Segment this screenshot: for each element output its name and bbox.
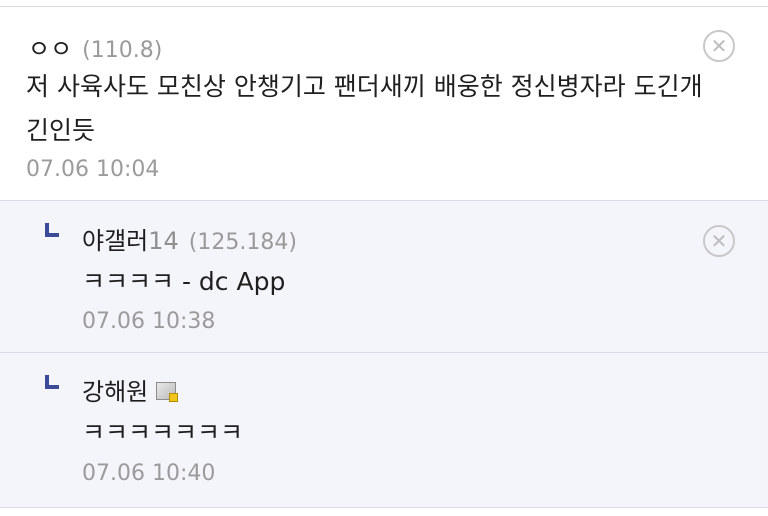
close-circle-icon[interactable]: ✕ bbox=[703, 225, 735, 257]
reply-header: 강해원 bbox=[82, 372, 179, 407]
comment-item: ㅇㅇ (110.8) ✕ 저 사육사도 모친상 안챙기고 팬더새끼 배웅한 정신… bbox=[0, 7, 768, 200]
comment-nickname[interactable]: ㅇㅇ bbox=[28, 29, 72, 64]
reply-ip: (125.184) bbox=[188, 230, 297, 255]
comment-date: 07.06 10:04 bbox=[26, 157, 160, 182]
reply-arrow-icon bbox=[45, 375, 59, 389]
reply-date: 07.06 10:38 bbox=[82, 309, 216, 334]
reply-nickname[interactable]: 강해원 bbox=[82, 372, 148, 407]
reply-arrow-icon bbox=[45, 223, 59, 237]
comment-text-line: 저 사육사도 모친상 안챙기고 팬더새끼 배웅한 정신병자라 도긴개 bbox=[26, 72, 703, 101]
reply-text: ㅋㅋㅋㅋㅋㅋㅋ bbox=[82, 418, 244, 447]
reply-date: 07.06 10:40 bbox=[82, 461, 216, 486]
reply-text: ㅋㅋㅋㅋ - dc App bbox=[82, 267, 286, 296]
comment-text: 저 사육사도 모친상 안챙기고 팬더새끼 배웅한 정신병자라 도긴개 긴인듯 bbox=[26, 65, 703, 153]
gallog-icon[interactable] bbox=[156, 382, 179, 402]
comment-list: ㅇㅇ (110.8) ✕ 저 사육사도 모친상 안챙기고 팬더새끼 배웅한 정신… bbox=[0, 0, 768, 516]
divider bbox=[0, 507, 768, 508]
reply-item: 강해원 ㅋㅋㅋㅋㅋㅋㅋ 07.06 10:40 bbox=[0, 353, 768, 507]
close-circle-icon[interactable]: ✕ bbox=[703, 30, 735, 62]
comment-ip: (110.8) bbox=[82, 38, 163, 63]
comment-header: ㅇㅇ (110.8) bbox=[28, 29, 162, 64]
reply-item: 야갤러 14 (125.184) ✕ ㅋㅋㅋㅋ - dc App 07.06 10… bbox=[0, 201, 768, 352]
comment-text-line: 긴인듯 bbox=[26, 116, 96, 145]
reply-nickname[interactable]: 야갤러 bbox=[82, 221, 148, 256]
reply-header: 야갤러 14 (125.184) bbox=[82, 221, 297, 256]
reply-nickname-suffix: 14 bbox=[148, 227, 179, 255]
